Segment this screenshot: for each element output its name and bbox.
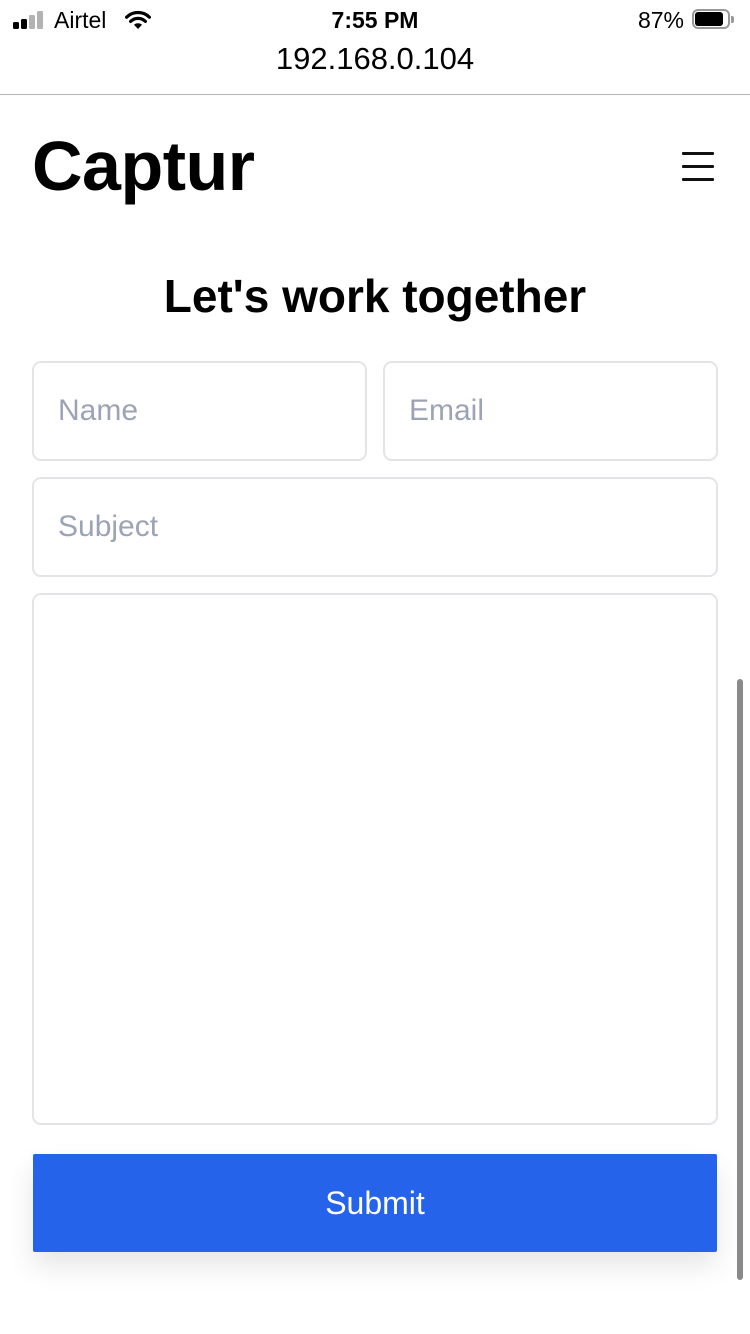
email-input[interactable] (383, 361, 718, 461)
message-textarea[interactable] (32, 593, 718, 1125)
page-scrollbar[interactable] (737, 679, 743, 1280)
site-logo[interactable]: Captur (32, 126, 255, 206)
name-input[interactable] (32, 361, 367, 461)
page-heading: Let's work together (163, 270, 587, 322)
hamburger-menu-icon[interactable] (682, 150, 714, 184)
submit-button[interactable]: Submit (33, 1154, 717, 1252)
subject-input[interactable] (32, 477, 718, 577)
battery-icon (692, 9, 736, 31)
status-bar: Airtel 7:55 PM 87% (0, 0, 750, 40)
url-text[interactable]: 192.168.0.104 (0, 40, 750, 78)
battery-percentage: 87% (637, 7, 684, 33)
browser-url-bar[interactable]: 192.168.0.104 (0, 40, 750, 95)
battery-level (695, 12, 723, 26)
